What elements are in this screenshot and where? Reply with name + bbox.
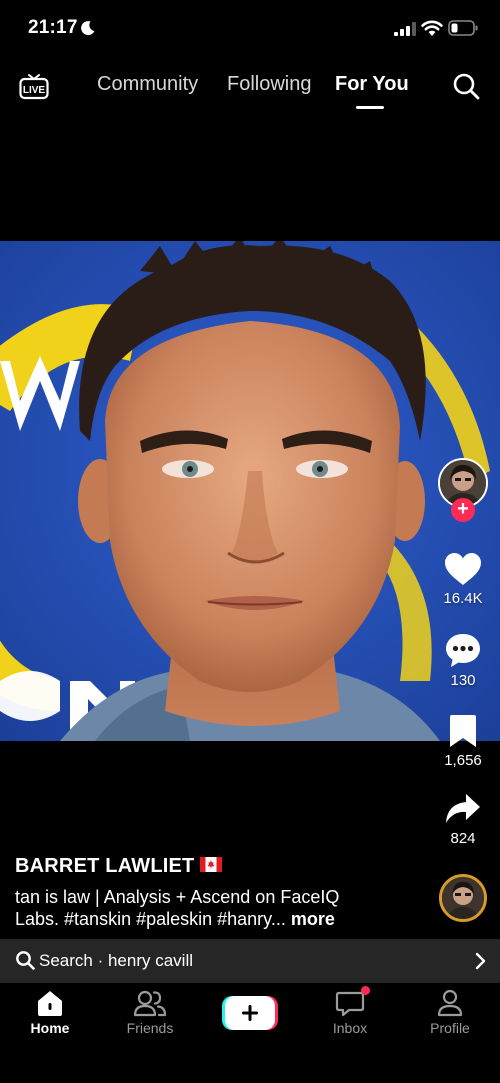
home-icon <box>38 991 62 1016</box>
tab-for-you[interactable]: For You <box>335 73 409 96</box>
bottom-tab-bar: Home Friends Inbox Profile <box>0 983 500 1083</box>
video-thumbnail-portrait <box>0 241 500 741</box>
friends-icon <box>133 990 167 1017</box>
do-not-disturb-moon-icon <box>81 21 95 36</box>
author-name[interactable]: BARRET LAWLIET <box>15 855 194 877</box>
tab-profile-label: Profile <box>430 1020 470 1036</box>
comment-button[interactable]: 130 <box>430 632 496 689</box>
cellular-signal-icon <box>394 22 416 36</box>
sound-disc-image <box>442 877 484 919</box>
like-button[interactable]: 16.4K <box>430 552 496 607</box>
tab-profile[interactable]: Profile <box>405 989 495 1036</box>
chevron-right-icon <box>475 952 486 970</box>
author-name-row[interactable]: BARRET LAWLIET <box>15 855 223 878</box>
bookmark-icon <box>450 715 476 747</box>
heart-icon <box>445 553 481 585</box>
canada-flag-icon <box>200 857 223 872</box>
share-arrow-icon <box>446 794 480 823</box>
tab-inbox-label: Inbox <box>332 1020 368 1036</box>
share-button[interactable]: 824 <box>430 792 496 847</box>
create-post-button[interactable] <box>222 996 278 1030</box>
top-nav: LIVE Community Following For You <box>0 60 500 116</box>
inbox-notification-dot <box>361 986 370 995</box>
tab-community[interactable]: Community <box>97 73 198 96</box>
caption-more-link[interactable]: more <box>291 909 335 929</box>
tab-home-label: Home <box>30 1020 70 1036</box>
status-time: 21:17 <box>28 17 78 38</box>
battery-icon <box>448 20 478 36</box>
follow-plus-button[interactable]: + <box>451 498 475 522</box>
caption-line-1: tan is law | Analysis + Ascend on FaceIQ <box>15 887 340 907</box>
tab-friends-label: Friends <box>126 1020 174 1036</box>
save-count: 1,656 <box>444 752 482 769</box>
video-player[interactable] <box>0 241 500 741</box>
favorite-button[interactable]: 1,656 <box>430 714 496 769</box>
profile-icon <box>437 989 463 1017</box>
search-suggestion-bar[interactable]: Search · henry cavill <box>0 939 500 983</box>
sound-disc-button[interactable] <box>439 874 487 922</box>
active-tab-indicator <box>356 106 384 109</box>
status-bar: 21:17 <box>0 0 500 60</box>
inbox-icon <box>335 991 365 1017</box>
comment-count: 130 <box>450 672 476 689</box>
tab-friends[interactable]: Friends <box>105 989 195 1036</box>
like-count: 16.4K <box>443 590 483 607</box>
tab-inbox[interactable]: Inbox <box>305 989 395 1036</box>
comment-bubble-icon <box>446 634 480 667</box>
wifi-icon <box>421 20 443 36</box>
search-suggestion-text: Search · henry cavill <box>39 951 194 970</box>
tab-home[interactable]: Home <box>5 989 95 1036</box>
share-count: 824 <box>450 830 476 847</box>
search-icon <box>16 951 35 970</box>
caption-line-2: Labs. #tanskin #paleskin #hanry... <box>15 909 286 929</box>
tab-following[interactable]: Following <box>227 73 311 96</box>
search-icon[interactable] <box>452 72 480 100</box>
live-tv-icon[interactable]: LIVE <box>18 70 50 102</box>
live-label: LIVE <box>23 85 46 96</box>
video-caption[interactable]: tan is law | Analysis + Ascend on FaceIQ… <box>15 886 425 930</box>
creator-avatar-button[interactable]: + <box>438 458 488 522</box>
